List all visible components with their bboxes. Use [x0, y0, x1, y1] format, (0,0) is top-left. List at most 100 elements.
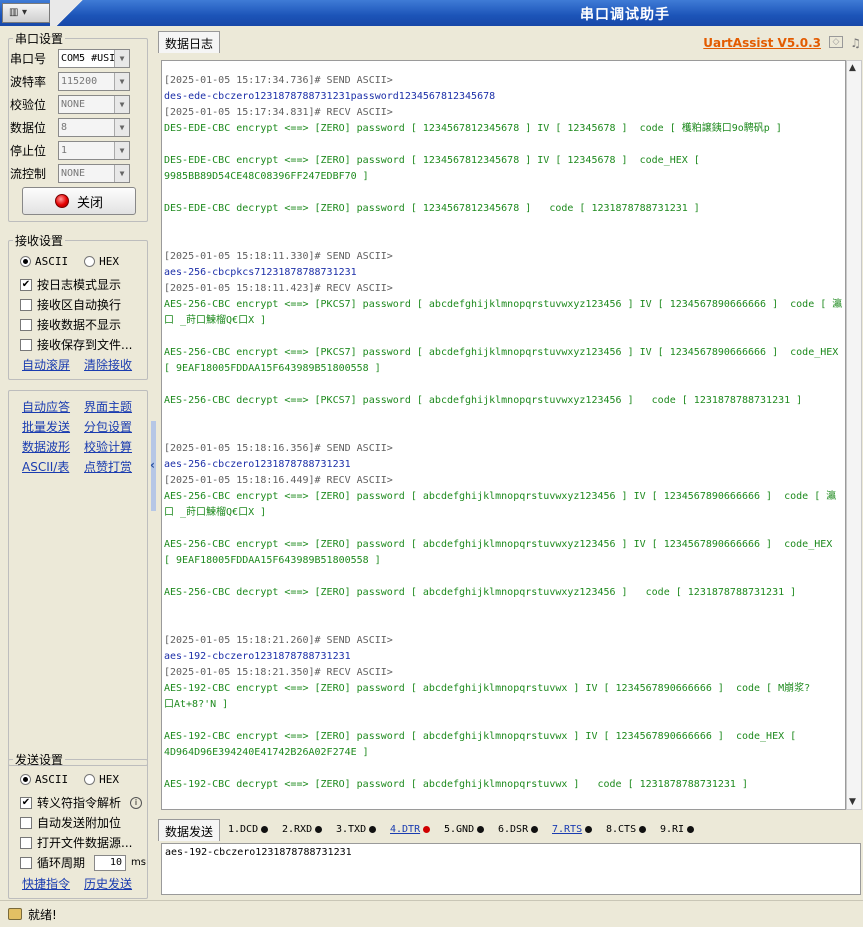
log-scrollbar[interactable]: ▲ ▼ — [846, 60, 862, 810]
stop-bits-select[interactable]: 1 ▼ — [58, 140, 130, 160]
pin-7-rts[interactable]: 7.RTS — [552, 824, 593, 835]
setting-row-parity: 校验位 NONE ▼ — [10, 94, 130, 114]
receive-settings-legend: 接收设置 — [15, 234, 64, 248]
tool-link-checksum-calc[interactable]: 校验计算 — [84, 438, 132, 455]
checkbox-escape-parse[interactable]: ✔ 转义符指令解析 i — [20, 794, 143, 811]
baud-rate-select[interactable]: 115200 ▼ — [58, 71, 130, 91]
window-title: 串口调试助手 — [580, 7, 670, 23]
close-port-button[interactable]: 关闭 — [22, 187, 136, 215]
checkbox-auto-wrap[interactable]: 接收区自动换行 — [20, 296, 121, 313]
log-line: [2025-01-05 15:17:34.831]# RECV ASCII> — [164, 107, 393, 118]
diamond-icon[interactable]: ◇ — [829, 36, 843, 48]
checkbox-label: 循环周期 — [37, 856, 86, 870]
log-line: AES-192-CBC encrypt <==> [ZERO] password… — [164, 731, 797, 742]
scroll-down-icon[interactable]: ▼ — [849, 797, 856, 807]
log-line: des-ede-cbczero1231878788731231password1… — [164, 91, 496, 102]
checkbox-box[interactable] — [20, 856, 32, 869]
auto-scroll-link[interactable]: 自动滚屏 — [22, 356, 70, 373]
checkbox-log-mode[interactable]: ✔ 按日志模式显示 — [20, 276, 121, 293]
pin-state-icon — [315, 826, 323, 833]
loop-period-input[interactable]: 10 — [94, 854, 127, 871]
log-line: aes-256-cbcpkcs71231878788731231 — [164, 267, 357, 278]
send-ascii-radio[interactable]: ASCII — [20, 773, 68, 786]
send-input[interactable]: aes-192-cbczero1231878788731231 — [161, 843, 861, 895]
chevron-down-icon[interactable]: ▼ — [114, 72, 129, 90]
checkbox-file-source[interactable]: 打开文件数据源... — [20, 834, 132, 851]
clear-receive-link[interactable]: 清除接收 — [84, 356, 132, 373]
receive-mode-radios: ASCII HEX — [20, 255, 119, 268]
tab-data-log[interactable]: 数据日志 — [158, 31, 221, 53]
checkbox-save-to-file[interactable]: 接收保存到文件... — [20, 336, 132, 353]
chevron-down-icon[interactable]: ▼ — [114, 164, 129, 182]
log-line: DES-EDE-CBC encrypt <==> [ZERO] password… — [164, 123, 782, 134]
tool-link-data-waveform[interactable]: 数据波形 — [22, 438, 70, 455]
setting-row-stop-bits: 停止位 1 ▼ — [10, 140, 130, 160]
checkbox-box[interactable]: ✔ — [20, 278, 32, 291]
select-value: 115200 — [61, 75, 98, 87]
scroll-up-icon[interactable]: ▲ — [849, 63, 856, 73]
send-tabbar: 数据发送 1.DCD 2.RXD 3.TXD 4.DTR 5.GND 6.DSR 7.RTS… — [158, 818, 863, 842]
log-line: AES-256-CBC decrypt <==> [ZERO] password… — [164, 587, 797, 598]
select-value: NONE — [61, 98, 86, 110]
tool-link-ui-theme[interactable]: 界面主题 — [84, 398, 132, 415]
checkbox-box[interactable] — [20, 816, 32, 829]
port-select[interactable]: COM5 #USI ▼ — [58, 48, 130, 68]
info-icon[interactable]: i — [130, 796, 143, 809]
tab-data-send[interactable]: 数据发送 — [158, 819, 221, 841]
parity-select[interactable]: NONE ▼ — [58, 94, 130, 114]
flow-control-select[interactable]: NONE ▼ — [58, 163, 130, 183]
system-menu-button[interactable]: ▥ ▾ — [2, 3, 50, 23]
tool-link-ascii-table[interactable]: ASCII/表 — [22, 458, 69, 475]
checkbox-box[interactable] — [20, 318, 32, 331]
checkbox-loop-period[interactable]: 循环周期 10 ms — [20, 854, 146, 871]
pin-6-dsr: 6.DSR — [498, 824, 539, 835]
log-line: [2025-01-05 15:18:11.423]# RECV ASCII> — [164, 283, 393, 294]
bell-icon[interactable]: ♫ — [850, 36, 861, 50]
receive-log[interactable]: [2025-01-05 15:17:34.736]# SEND ASCII> de… — [161, 60, 846, 810]
chevron-down-icon[interactable]: ▼ — [114, 141, 129, 159]
tool-link-auto-reply[interactable]: 自动应答 — [22, 398, 70, 415]
chevron-down-icon[interactable]: ▼ — [114, 95, 129, 113]
log-line: 9985BB89D54CE48C08396FF247EDBF70 ] — [164, 171, 369, 182]
setting-row-baud-rate: 波特率 115200 ▼ — [10, 71, 130, 91]
tool-link-batch-send[interactable]: 批量发送 — [22, 418, 70, 435]
checkbox-box[interactable]: ✔ — [20, 796, 32, 809]
chevron-down-icon[interactable]: ▼ — [114, 118, 129, 136]
panel-splitter[interactable]: ‹ — [150, 26, 158, 900]
quick-commands-link[interactable]: 快捷指令 — [22, 875, 70, 892]
pin-9-ri: 9.RI — [660, 824, 695, 835]
log-line: [2025-01-05 15:18:21.260]# SEND ASCII> — [164, 635, 393, 646]
checkbox-box[interactable] — [20, 298, 32, 311]
setting-label: 数据位 — [10, 120, 47, 135]
data-bits-select[interactable]: 8 ▼ — [58, 117, 130, 137]
status-text: 就绪! — [28, 907, 57, 922]
tool-link-donate[interactable]: 点赞打赏 — [84, 458, 132, 475]
checkbox-box[interactable] — [20, 836, 32, 849]
checkbox-hide-received[interactable]: 接收数据不显示 — [20, 316, 121, 333]
pin-label: 4.DTR — [390, 824, 421, 835]
receive-ascii-radio[interactable]: ASCII — [20, 255, 68, 268]
tool-link-packet-settings[interactable]: 分包设置 — [84, 418, 132, 435]
checkbox-auto-append[interactable]: 自动发送附加位 — [20, 814, 121, 831]
pin-4-dtr[interactable]: 4.DTR — [390, 824, 431, 835]
chevron-down-icon[interactable]: ▼ — [114, 49, 129, 67]
radio-label: HEX — [99, 255, 119, 268]
collapse-panel-icon[interactable]: ‹ — [150, 458, 155, 472]
pin-label: 2.RXD — [282, 824, 313, 835]
send-history-link[interactable]: 历史发送 — [84, 875, 132, 892]
send-hex-radio[interactable]: HEX — [84, 773, 119, 786]
app-logo-icon: ▥ — [9, 7, 19, 18]
select-value: 8 — [61, 121, 68, 133]
pin-2-rxd: 2.RXD — [282, 824, 323, 835]
setting-label: 串口号 — [10, 51, 47, 66]
log-line: [2025-01-05 15:18:21.350]# RECV ASCII> — [164, 667, 393, 678]
brand-link[interactable]: UartAssist V5.0.3 — [703, 36, 821, 50]
checkbox-box[interactable] — [20, 338, 32, 351]
receive-hex-radio[interactable]: HEX — [84, 255, 119, 268]
